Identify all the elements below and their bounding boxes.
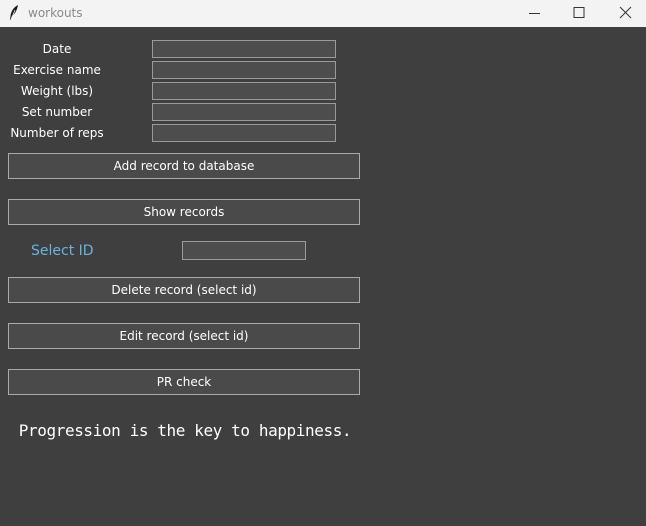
- select-id-field[interactable]: [182, 241, 306, 260]
- weight-field[interactable]: [152, 82, 336, 100]
- maximize-icon: [573, 7, 585, 18]
- select-id-label: Select ID: [31, 243, 94, 259]
- title-bar: workouts: [0, 0, 646, 27]
- pr-check-button[interactable]: PR check: [8, 369, 360, 395]
- weight-label: Weight (lbs): [20, 84, 94, 98]
- feather-icon: [8, 4, 20, 22]
- minimize-icon: [529, 13, 540, 14]
- motto-text: Progression is the key to happiness.: [18, 421, 352, 440]
- close-icon: [619, 6, 632, 19]
- delete-record-button[interactable]: Delete record (select id): [8, 277, 360, 303]
- date-label: Date: [42, 42, 72, 56]
- add-record-button[interactable]: Add record to database: [8, 153, 360, 179]
- edit-record-button[interactable]: Edit record (select id): [8, 323, 360, 349]
- app-window: workouts Date Exercise name Weight (lbs)…: [0, 0, 646, 526]
- close-button[interactable]: [602, 0, 646, 27]
- maximize-button[interactable]: [556, 0, 602, 27]
- exercise-name-label: Exercise name: [13, 63, 101, 77]
- show-records-button[interactable]: Show records: [8, 199, 360, 225]
- number-of-reps-field[interactable]: [152, 124, 336, 142]
- set-number-label: Set number: [21, 105, 93, 119]
- minimize-button[interactable]: [512, 0, 558, 27]
- window-title: workouts: [28, 6, 83, 20]
- set-number-field[interactable]: [152, 103, 336, 121]
- date-field[interactable]: [152, 40, 336, 58]
- number-of-reps-label: Number of reps: [10, 126, 104, 140]
- exercise-name-field[interactable]: [152, 61, 336, 79]
